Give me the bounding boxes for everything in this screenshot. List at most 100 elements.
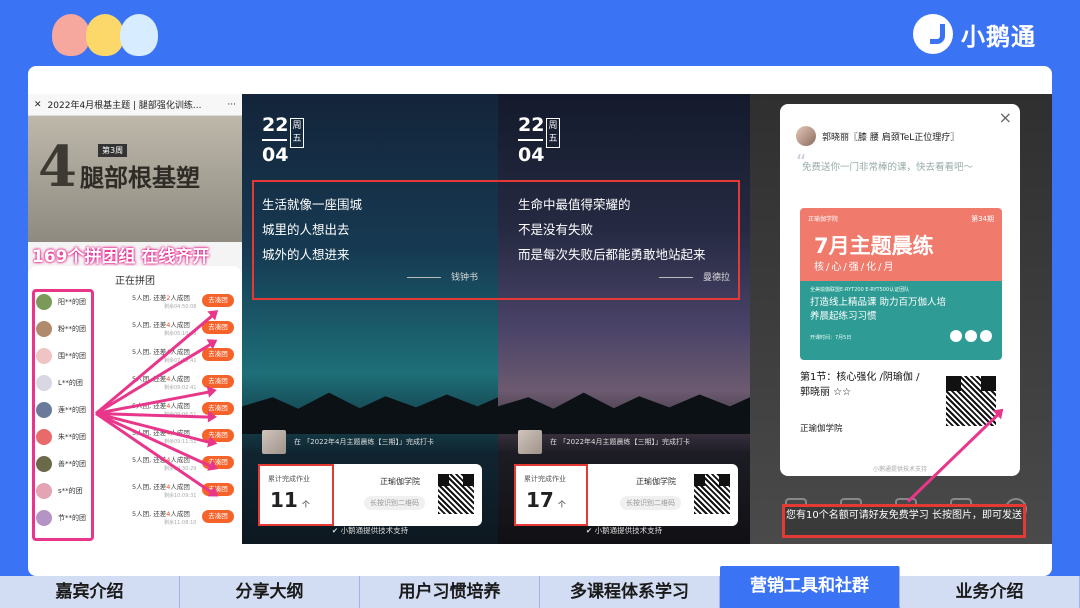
- lesson-title: 第1节：核心强化 /阴瑜伽 /郭晓丽 ☆☆: [800, 372, 920, 398]
- sharer: 郭晓丽〖膝 腰 肩颈TeL正位理疗〗: [796, 126, 959, 146]
- section-tabs: 嘉宾介绍 分享大纲 用户习惯培养 多课程体系学习 营销工具和社群 业务介绍: [0, 566, 1080, 608]
- hero-title: 腿部根基塑: [80, 164, 200, 192]
- status-prefix: 5人团, 还差: [132, 294, 167, 302]
- powered-by: 小鹅通提供技术支持: [872, 466, 927, 473]
- join-group-button[interactable]: 去凑团: [202, 321, 234, 334]
- course-hero: 4 第3周 腿部根基塑: [28, 116, 242, 242]
- status-suffix: 人成团: [170, 375, 190, 383]
- powered-by: ✔ 小鹅通提供技术支持: [585, 526, 663, 535]
- avatar: [518, 430, 542, 454]
- mountain-silhouette: [498, 392, 750, 434]
- quote-highlight: [252, 180, 740, 300]
- group-status: 5人团, 还差4人成团: [132, 346, 190, 356]
- close-icon[interactable]: ✕: [34, 100, 42, 110]
- tab-4[interactable]: 多课程体系学习: [540, 576, 720, 608]
- user-row: 在 「2022年4月主题晨练【三期】」完成打卡: [518, 430, 690, 454]
- highlight-box: [32, 289, 94, 541]
- status-prefix: 5人团, 还差: [132, 348, 167, 356]
- status-prefix: 5人团, 还差: [132, 510, 167, 518]
- weekday: 周五: [290, 118, 304, 148]
- invite-popup-screenshot: × 郭晓丽〖膝 腰 肩颈TeL正位理疗〗 “免费送你一门非常棒的课，快去看看吧～…: [750, 94, 1052, 544]
- checkin-text: 在 「2022年4月主题晨练【三期】」完成打卡: [294, 438, 434, 446]
- user-row: 在 「2022年4月主题晨练【三期】」完成打卡: [262, 430, 434, 454]
- poster-badges: [950, 330, 992, 342]
- poster-date: 开课时间：7月5日: [810, 335, 852, 341]
- close-icon[interactable]: ×: [999, 108, 1012, 127]
- tab-5[interactable]: 营销工具和社群: [720, 566, 900, 608]
- group-time: 剩余11:08:10: [164, 520, 197, 526]
- day: 22: [262, 114, 289, 136]
- group-list-title: 正在拼团: [115, 276, 155, 287]
- join-group-button[interactable]: 去凑团: [202, 348, 234, 361]
- hero-number: 4: [38, 134, 77, 200]
- stat-highlight: [514, 464, 588, 526]
- avatar: [262, 430, 286, 454]
- status-suffix: 人成团: [170, 483, 190, 491]
- status-suffix: 人成团: [170, 294, 190, 302]
- status-suffix: 人成团: [170, 510, 190, 518]
- mascot-group: [52, 14, 162, 66]
- mountain-silhouette: [242, 392, 498, 434]
- share-popup: × 郭晓丽〖膝 腰 肩颈TeL正位理疗〗 “免费送你一门非常棒的课，快去看看吧～…: [780, 104, 1020, 476]
- poster-title: 7月主题晨练: [814, 234, 934, 258]
- pink-bird-mascot: [52, 14, 90, 56]
- qr-code[interactable]: [436, 472, 476, 516]
- group-time: 剩余04:50:08: [164, 304, 197, 310]
- group-status: 5人团, 还差2人成团: [132, 292, 190, 302]
- powered-text: 小鹅通提供技术支持: [594, 526, 663, 535]
- brand-name: 小鹅通: [961, 22, 1036, 51]
- brand-logo: 小鹅通: [913, 14, 1036, 54]
- xiaoetong-icon: [913, 14, 953, 54]
- group-status: 5人团, 还差4人成团: [132, 319, 190, 329]
- weekday: 周五: [546, 118, 560, 148]
- poster-slogan: 打造线上精品课 助力百万伽人培养晨起练习习惯: [810, 297, 947, 322]
- join-group-button[interactable]: 去凑团: [202, 510, 234, 523]
- school-name: 正瑜伽学院: [380, 477, 420, 486]
- more-icon[interactable]: ···: [227, 100, 236, 110]
- join-group-button[interactable]: 去凑团: [202, 294, 234, 307]
- hero-week: 第3周: [98, 144, 128, 157]
- tab-1[interactable]: 嘉宾介绍: [0, 576, 180, 608]
- checkin-card-2: 22 04 周五 生命中最值得荣耀的 不是没有失败 而是每次失败后都能勇敢地站起来…: [498, 94, 750, 544]
- avatar: [796, 126, 816, 146]
- scan-hint: 长按识别二维码: [620, 496, 681, 510]
- group-time: 剩余09:02:41: [164, 385, 197, 391]
- tab-2[interactable]: 分享大纲: [180, 576, 360, 608]
- invite-hint: 您有10个名额可请好友免费学习 长按图片，即可发送: [782, 504, 1026, 538]
- month: 04: [262, 144, 289, 166]
- qr-code[interactable]: [692, 472, 732, 516]
- join-group-button[interactable]: 去凑团: [202, 402, 234, 415]
- group-status: 5人团, 还差4人成团: [132, 481, 190, 491]
- group-time: 剩余10:09:31: [164, 493, 197, 499]
- status-suffix: 人成团: [170, 321, 190, 329]
- powered-text: 小鹅通提供技术支持: [340, 526, 409, 535]
- poster-issue: 第34期: [971, 215, 994, 223]
- yellow-chick-mascot: [86, 14, 124, 56]
- course-poster: 正瑜伽学院 第34期 7月主题晨练 核/心/强/化/月 全美瑜伽联盟E-RYT2…: [800, 208, 1002, 360]
- poster-subtitle: 核/心/强/化/月: [814, 262, 896, 273]
- checkin-card-1: 22 04 周五 生活就像一座围城 城里的人想出去 城外的人想进来 钱钟书 在 「…: [242, 94, 498, 544]
- invite-message: “免费送你一门非常棒的课，快去看看吧～: [796, 152, 1002, 176]
- status-prefix: 5人团, 还差: [132, 321, 167, 329]
- powered-by: ✔ 小鹅通提供技术支持: [331, 526, 409, 535]
- invite-text: 免费送你一门非常棒的课，快去看看吧～: [802, 162, 974, 173]
- poster-brand: 正瑜伽学院: [808, 216, 839, 223]
- group-count-banner: 169个拼团组 在线齐开: [32, 247, 210, 267]
- status-prefix: 5人团, 还差: [132, 483, 167, 491]
- poster-cert: 全美瑜伽联盟E-RYT200 E-RYT500认证团队: [810, 287, 910, 293]
- checkin-text: 在 「2022年4月主题晨练【三期】」完成打卡: [550, 438, 690, 446]
- month: 04: [518, 144, 545, 166]
- scan-hint: 长按识别二维码: [364, 496, 425, 510]
- course-title: 2022年4月根基主题 | 腿部强化训练...: [47, 101, 202, 111]
- day: 22: [518, 114, 545, 136]
- tab-6[interactable]: 业务介绍: [900, 576, 1080, 608]
- stat-highlight: [258, 464, 334, 526]
- sharer-name: 郭晓丽〖膝 腰 肩颈TeL正位理疗〗: [822, 132, 960, 143]
- status-suffix: 人成团: [170, 402, 190, 410]
- quote-icon: “: [796, 150, 807, 174]
- school-name: 正瑜伽学院: [636, 477, 676, 486]
- tab-3[interactable]: 用户习惯培养: [360, 576, 540, 608]
- school-name: 正瑜伽学院: [800, 424, 843, 434]
- wechat-header: ✕ 2022年4月根基主题 | 腿部强化训练... ···: [28, 94, 242, 116]
- group-status: 5人团, 还差4人成团: [132, 508, 190, 518]
